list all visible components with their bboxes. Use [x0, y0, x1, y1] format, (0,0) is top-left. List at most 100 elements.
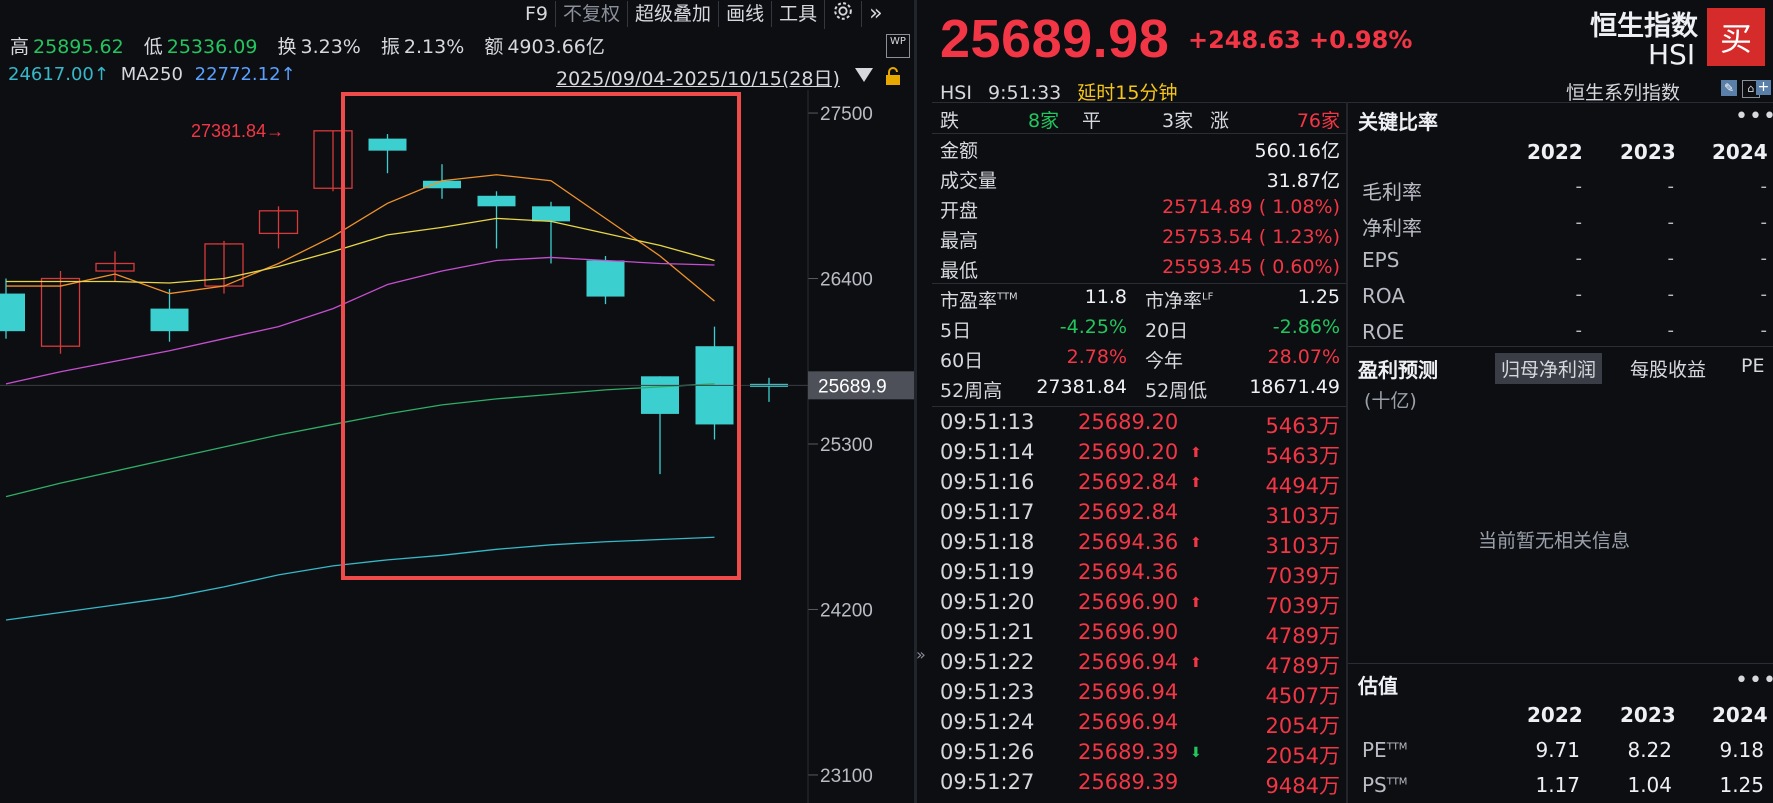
turnover-label: 换: [277, 36, 297, 58]
tick-volume: 2054万: [1265, 744, 1340, 768]
draw-line-button[interactable]: 画线: [718, 1, 771, 27]
valuation-label: PETTM: [1362, 738, 1408, 762]
tick-price: 25689.20: [1078, 410, 1179, 434]
tick-row: 09:51:14 25690.20 ⬆ 5463万: [940, 440, 1340, 468]
tick-row: 09:51:18 25694.36 ⬆ 3103万: [940, 530, 1340, 558]
wp-icon[interactable]: WP: [886, 34, 910, 58]
ratio-value: -: [1760, 320, 1768, 341]
tick-row: 09:51:19 25694.36 7039万: [940, 560, 1340, 588]
turnover-value: 3.23%: [300, 36, 361, 58]
ratio-value: -: [1760, 212, 1768, 233]
tick-row: 09:51:27 25689.39 9484万: [940, 770, 1340, 798]
tick-row: 09:51:16 25692.84 ⬆ 4494万: [940, 470, 1340, 498]
super-overlay-button[interactable]: 超级叠加: [627, 1, 718, 27]
f9-button[interactable]: F9: [518, 1, 555, 27]
high-marker-label: 27381.84→: [191, 121, 284, 141]
valuation-value: 9.18: [1719, 738, 1764, 762]
tools-button[interactable]: 工具: [771, 1, 824, 27]
stat-row: 金额 560.16亿: [940, 136, 1340, 163]
no-adjust-button[interactable]: 不复权: [555, 1, 627, 27]
tick-time: 09:51:19: [940, 560, 1035, 584]
buy-button[interactable]: 买: [1707, 8, 1765, 66]
tick-price: 25696.90: [1078, 620, 1179, 644]
grid-stat-label: 5日: [940, 320, 972, 342]
stat-row: 最高 25753.54 ( 1.23%): [940, 226, 1340, 253]
quote-time: 9:51:33: [988, 82, 1062, 104]
candle-body-down: [423, 180, 461, 189]
tick-price: 25692.84: [1078, 470, 1179, 494]
tick-time: 09:51:18: [940, 530, 1035, 554]
quote-subline: HSI 9:51:33 延时15分钟: [940, 78, 1177, 105]
index-code: HSI: [1648, 38, 1696, 71]
ma-row: 24617.00↑ MA250 22772.12↑: [8, 64, 296, 85]
ratio-value: -: [1667, 248, 1675, 269]
tick-time: 09:51:20: [940, 590, 1035, 614]
grid-stat-label: 52周高: [940, 380, 1003, 402]
stats-divider: [932, 283, 1346, 284]
grid-stat-value: 2.78%: [1066, 346, 1127, 368]
flat-label: 平: [1082, 110, 1102, 132]
valuation-value: 1.04: [1627, 773, 1672, 797]
down-count: 8家: [1028, 110, 1060, 132]
tab-pe[interactable]: PE: [1735, 353, 1770, 379]
tick-volume: 4507万: [1265, 684, 1340, 708]
grid-stat-label: 20日: [1145, 320, 1189, 342]
down-arrow-icon: ⬇: [1190, 745, 1202, 761]
lock-icon[interactable]: [884, 66, 902, 90]
stat-value: 25593.45 ( 0.60%): [1162, 256, 1340, 278]
tick-volume: 7039万: [1265, 594, 1340, 618]
tick-price: 25689.39: [1078, 770, 1179, 794]
valuation-more-icon[interactable]: •••: [1735, 668, 1773, 693]
amount-value: 4903.66亿: [507, 36, 605, 58]
double-chevron-right-icon[interactable]: »: [861, 1, 889, 27]
current-price-label: 25689.9: [818, 376, 887, 397]
stat-label: 开盘: [940, 200, 979, 222]
up-arrow-icon: ⬆: [1190, 535, 1202, 551]
up-label: 涨: [1210, 110, 1230, 132]
price-change: +248.63: [1188, 26, 1301, 54]
grid-stat-value: -2.86%: [1272, 316, 1340, 338]
valuation-value: 1.17: [1535, 773, 1580, 797]
up-arrow-icon: ⬆: [1190, 595, 1202, 611]
forecast-unit: (十亿): [1364, 390, 1417, 412]
ratio-label: ROA: [1362, 284, 1405, 308]
low-value: 25336.09: [166, 36, 258, 58]
valuation-year-header: 2024: [1712, 703, 1768, 727]
stat-row: 最低 25593.45 ( 0.60%): [940, 256, 1340, 283]
y-tick-label: 24200: [820, 600, 873, 621]
dropdown-triangle-icon[interactable]: [855, 68, 873, 82]
tick-row: 09:51:24 25696.94 2054万: [940, 710, 1340, 738]
up-arrow-icon: ⬆: [1190, 475, 1202, 491]
tab-eps[interactable]: 每股收益: [1624, 353, 1712, 384]
forecast-divider: [1348, 663, 1773, 664]
gear-icon[interactable]: [824, 0, 861, 29]
tick-price: 25696.94: [1078, 710, 1179, 734]
ma250-label: MA250: [120, 64, 183, 85]
expand-panel-arrow-icon[interactable]: »: [916, 645, 926, 664]
tick-price: 25690.20: [1078, 440, 1179, 464]
up-arrow-icon: ⬆: [1190, 445, 1202, 461]
tick-row: 09:51:26 25689.39 ⬇ 2054万: [940, 740, 1340, 768]
tick-time: 09:51:21: [940, 620, 1035, 644]
add-icon[interactable]: +: [1756, 80, 1771, 95]
ratio-year-header: 2022: [1527, 140, 1583, 164]
tick-price: 25696.94: [1078, 650, 1179, 674]
grid-stat-value: 28.07%: [1267, 346, 1340, 368]
date-range-selector[interactable]: 2025/09/04-2025/10/15(28日): [556, 64, 840, 91]
ratio-value: -: [1667, 284, 1675, 305]
ratio-value: -: [1667, 176, 1675, 197]
tick-time: 09:51:23: [940, 680, 1035, 704]
tab-net-profit[interactable]: 归母净利润: [1495, 353, 1603, 384]
tick-price: 25692.84: [1078, 500, 1179, 524]
tick-time: 09:51:27: [940, 770, 1035, 794]
ratios-more-icon[interactable]: •••: [1735, 104, 1773, 129]
index-series: 恒生系列指数: [1566, 82, 1681, 104]
tick-volume: 7039万: [1265, 564, 1340, 588]
up-arrow-icon: ⬆: [1190, 655, 1202, 671]
ratio-value: -: [1575, 212, 1583, 233]
ticks-divider: [932, 406, 1346, 407]
edit-icon[interactable]: ✎: [1721, 80, 1737, 96]
panel-divider[interactable]: [914, 0, 917, 803]
candlestick-chart[interactable]: 27500 26400 25300 24200 23100 25689.9 27381.84…: [0, 90, 914, 803]
column-divider: [1346, 102, 1348, 803]
